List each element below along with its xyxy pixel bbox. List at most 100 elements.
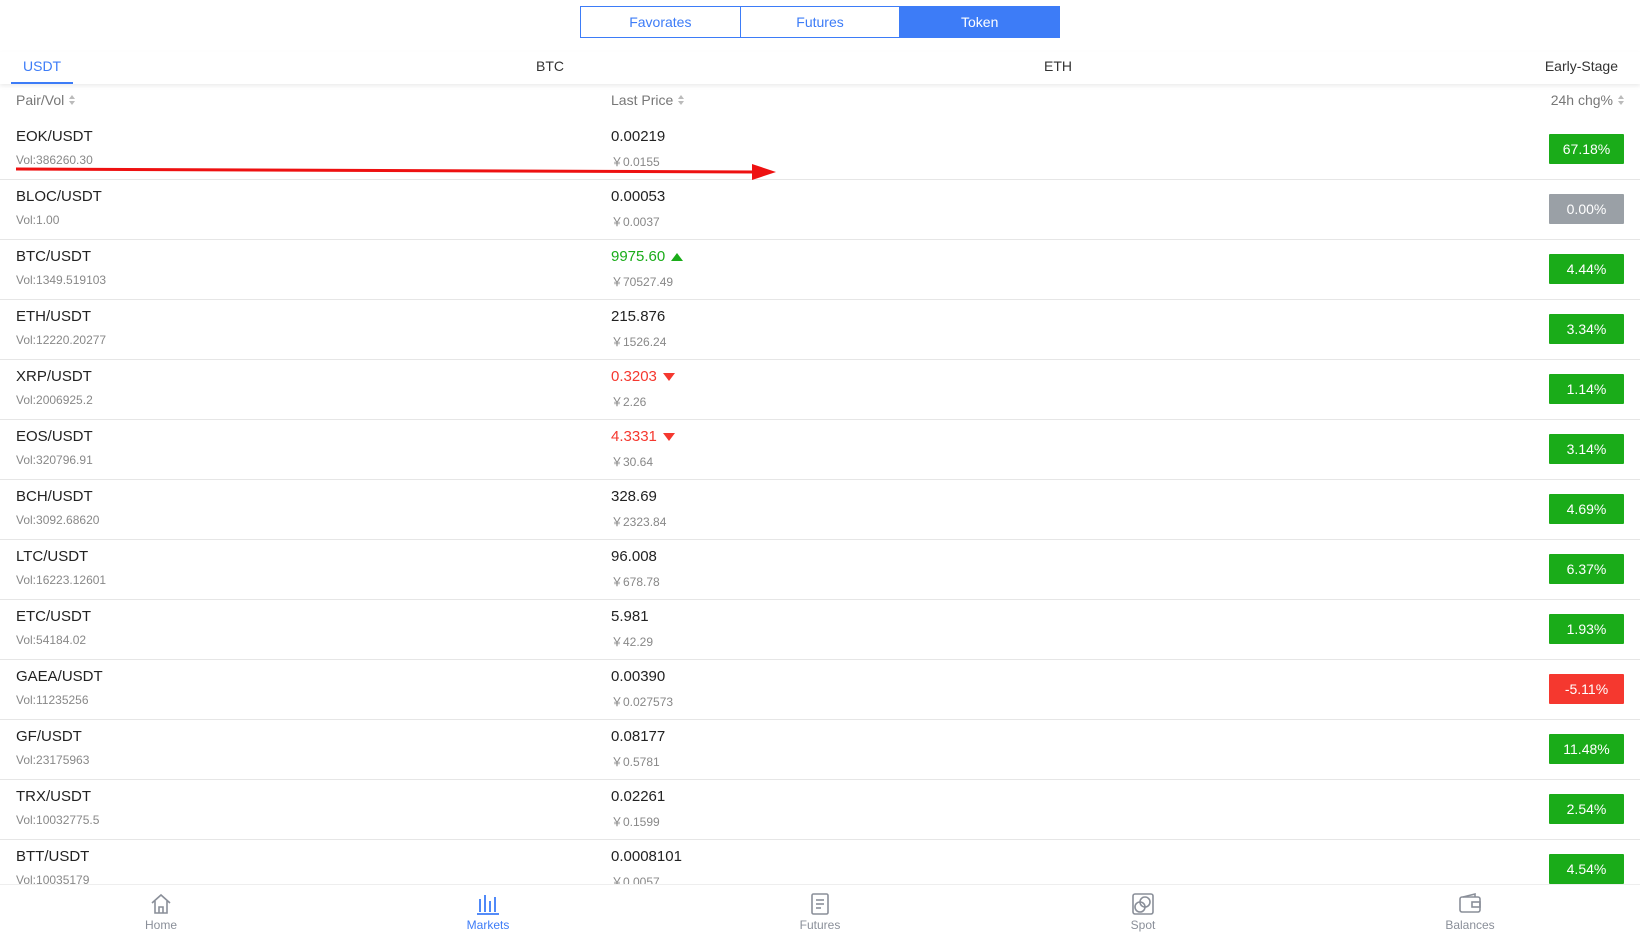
market-row[interactable]: GF/USDT Vol:23175963 0.08177 ￥0.5781 11.48% xyxy=(0,720,1640,780)
spot-icon xyxy=(1132,893,1154,915)
price-down-icon xyxy=(662,432,675,441)
nav-label: Spot xyxy=(1130,918,1156,932)
market-row[interactable]: BTC/USDT Vol:1349.519103 9975.60 ￥70527.49 4… xyxy=(0,240,1640,300)
price-cny: ￥0.0057 xyxy=(611,875,660,884)
last-price-value: 0.02261 xyxy=(611,788,666,805)
volume: Vol:3092.68620 xyxy=(16,513,100,527)
market-row[interactable]: GAEA/USDT Vol:11235256 0.00390 ￥0.027573 -5.… xyxy=(0,660,1640,720)
pair-name: GAEA/USDT xyxy=(16,668,103,685)
volume: Vol:386260.30 xyxy=(16,153,93,167)
pair-name: XRP/USDT xyxy=(16,368,92,385)
nav-markets[interactable]: Markets xyxy=(448,891,528,932)
market-row[interactable]: XRP/USDT Vol:2006925.2 0.3203 ￥2.26 1.14% xyxy=(0,360,1640,420)
last-price-value: 0.3203 xyxy=(611,368,657,385)
column-label-24h-change: 24h chg% xyxy=(1550,92,1613,108)
quote-currency-tabs: USDT BTC ETH Early-Stage xyxy=(0,52,1640,84)
sort-last-price[interactable]: Last Price xyxy=(611,92,685,108)
nav-futures[interactable]: Futures xyxy=(780,891,860,932)
market-row[interactable]: ETH/USDT Vol:12220.20277 215.876 ￥1526.24 3.… xyxy=(0,300,1640,360)
market-row[interactable]: ETC/USDT Vol:54184.02 5.981 ￥42.29 1.93% xyxy=(0,600,1640,660)
change-badge: 1.14% xyxy=(1549,374,1624,404)
price-cny: ￥2.26 xyxy=(611,395,647,409)
sort-pair-vol[interactable]: Pair/Vol xyxy=(16,92,76,108)
last-price: 0.02261 xyxy=(611,788,665,805)
sort-icon xyxy=(69,95,76,105)
change-badge: 4.44% xyxy=(1549,254,1624,284)
tab-early-stage[interactable]: Early-Stage xyxy=(1545,52,1618,84)
nav-label: Markets xyxy=(466,918,510,932)
last-price-value: 4.3331 xyxy=(611,428,657,445)
pair-name: ETH/USDT xyxy=(16,308,91,325)
nav-balances[interactable]: Balances xyxy=(1430,891,1510,932)
change-badge: 67.18% xyxy=(1549,134,1624,164)
last-price: 0.0008101 xyxy=(611,848,682,865)
markets-icon xyxy=(477,895,499,915)
last-price: 5.981 xyxy=(611,608,649,625)
market-row[interactable]: BCH/USDT Vol:3092.68620 328.69 ￥2323.84 4.69… xyxy=(0,480,1640,540)
pair-name: BTC/USDT xyxy=(16,248,91,265)
pair-name: EOS/USDT xyxy=(16,428,93,445)
price-cny: ￥0.0155 xyxy=(611,155,660,169)
tab-btc[interactable]: BTC xyxy=(536,52,564,84)
market-row[interactable]: EOK/USDT Vol:386260.30 0.00219 ￥0.0155 67.18… xyxy=(0,120,1640,180)
change-badge: 4.69% xyxy=(1549,494,1624,524)
segment-favorites[interactable]: Favorates xyxy=(581,7,740,37)
pair-name: LTC/USDT xyxy=(16,548,89,565)
segment-futures[interactable]: Futures xyxy=(739,7,900,37)
last-price: 0.00390 xyxy=(611,668,665,685)
pair-name: TRX/USDT xyxy=(16,788,91,805)
change-badge: 2.54% xyxy=(1549,794,1624,824)
column-label-pair-vol: Pair/Vol xyxy=(16,92,65,108)
market-row[interactable]: EOS/USDT Vol:320796.91 4.3331 ￥30.64 3.14% xyxy=(0,420,1640,480)
price-cny: ￥678.78 xyxy=(611,575,660,589)
market-row[interactable]: BTT/USDT Vol:10035179 0.0008101 ￥0.0057 4.54… xyxy=(0,840,1640,884)
tab-eth[interactable]: ETH xyxy=(1044,52,1072,84)
sort-icon xyxy=(678,95,685,105)
last-price: 0.08177 xyxy=(611,728,665,745)
price-down-icon xyxy=(662,372,675,381)
last-price-value: 0.00053 xyxy=(611,188,666,205)
change-badge: 11.48% xyxy=(1549,734,1624,764)
price-cny: ￥70527.49 xyxy=(611,275,674,289)
last-price: 0.3203 xyxy=(611,368,675,385)
last-price-value: 5.981 xyxy=(611,608,649,625)
price-cny: ￥0.0037 xyxy=(611,215,660,229)
market-row[interactable]: BLOC/USDT Vol:1.00 0.00053 ￥0.0037 0.00% xyxy=(0,180,1640,240)
last-price-value: 9975.60 xyxy=(611,248,666,265)
tab-usdt[interactable]: USDT xyxy=(11,52,74,84)
last-price-value: 0.0008101 xyxy=(611,848,682,865)
last-price-value: 0.00219 xyxy=(611,128,666,145)
price-cny: ￥0.1599 xyxy=(611,815,660,829)
nav-label: Futures xyxy=(799,918,841,932)
home-icon xyxy=(151,893,171,914)
last-price: 0.00219 xyxy=(611,128,665,145)
market-row[interactable]: TRX/USDT Vol:10032775.5 0.02261 ￥0.1599 2.54… xyxy=(0,780,1640,840)
segment-token[interactable]: Token xyxy=(899,7,1060,37)
volume: Vol:1.00 xyxy=(16,213,60,227)
futures-icon xyxy=(811,893,829,915)
market-row[interactable]: LTC/USDT Vol:16223.12601 96.008 ￥678.78 6.37… xyxy=(0,540,1640,600)
volume: Vol:16223.12601 xyxy=(16,573,107,587)
nav-spot[interactable]: Spot xyxy=(1103,891,1183,932)
pair-name: BCH/USDT xyxy=(16,488,93,505)
last-price: 4.3331 xyxy=(611,428,675,445)
price-cny: ￥42.29 xyxy=(611,635,654,649)
last-price-value: 328.69 xyxy=(611,488,657,505)
market-type-switch: Favorates Futures Token xyxy=(580,6,1060,38)
volume: Vol:54184.02 xyxy=(16,633,87,647)
change-badge: 0.00% xyxy=(1549,194,1624,224)
last-price-value: 0.00390 xyxy=(611,668,666,685)
sort-24h-change[interactable]: 24h chg% xyxy=(1551,92,1624,108)
pair-name: ETC/USDT xyxy=(16,608,91,625)
last-price-value: 96.008 xyxy=(611,548,657,565)
nav-label: Home xyxy=(144,918,177,932)
change-badge: 3.14% xyxy=(1549,434,1624,464)
volume: Vol:1349.519103 xyxy=(16,273,107,287)
pair-name: GF/USDT xyxy=(16,728,82,745)
column-label-last-price: Last Price xyxy=(611,92,674,108)
price-cny: ￥2323.84 xyxy=(611,515,667,529)
last-price: 96.008 xyxy=(611,548,657,565)
volume: Vol:10032775.5 xyxy=(16,813,100,827)
nav-home[interactable]: Home xyxy=(121,891,201,932)
column-header-row: Pair/Vol Last Price 24h chg% xyxy=(0,90,1640,112)
